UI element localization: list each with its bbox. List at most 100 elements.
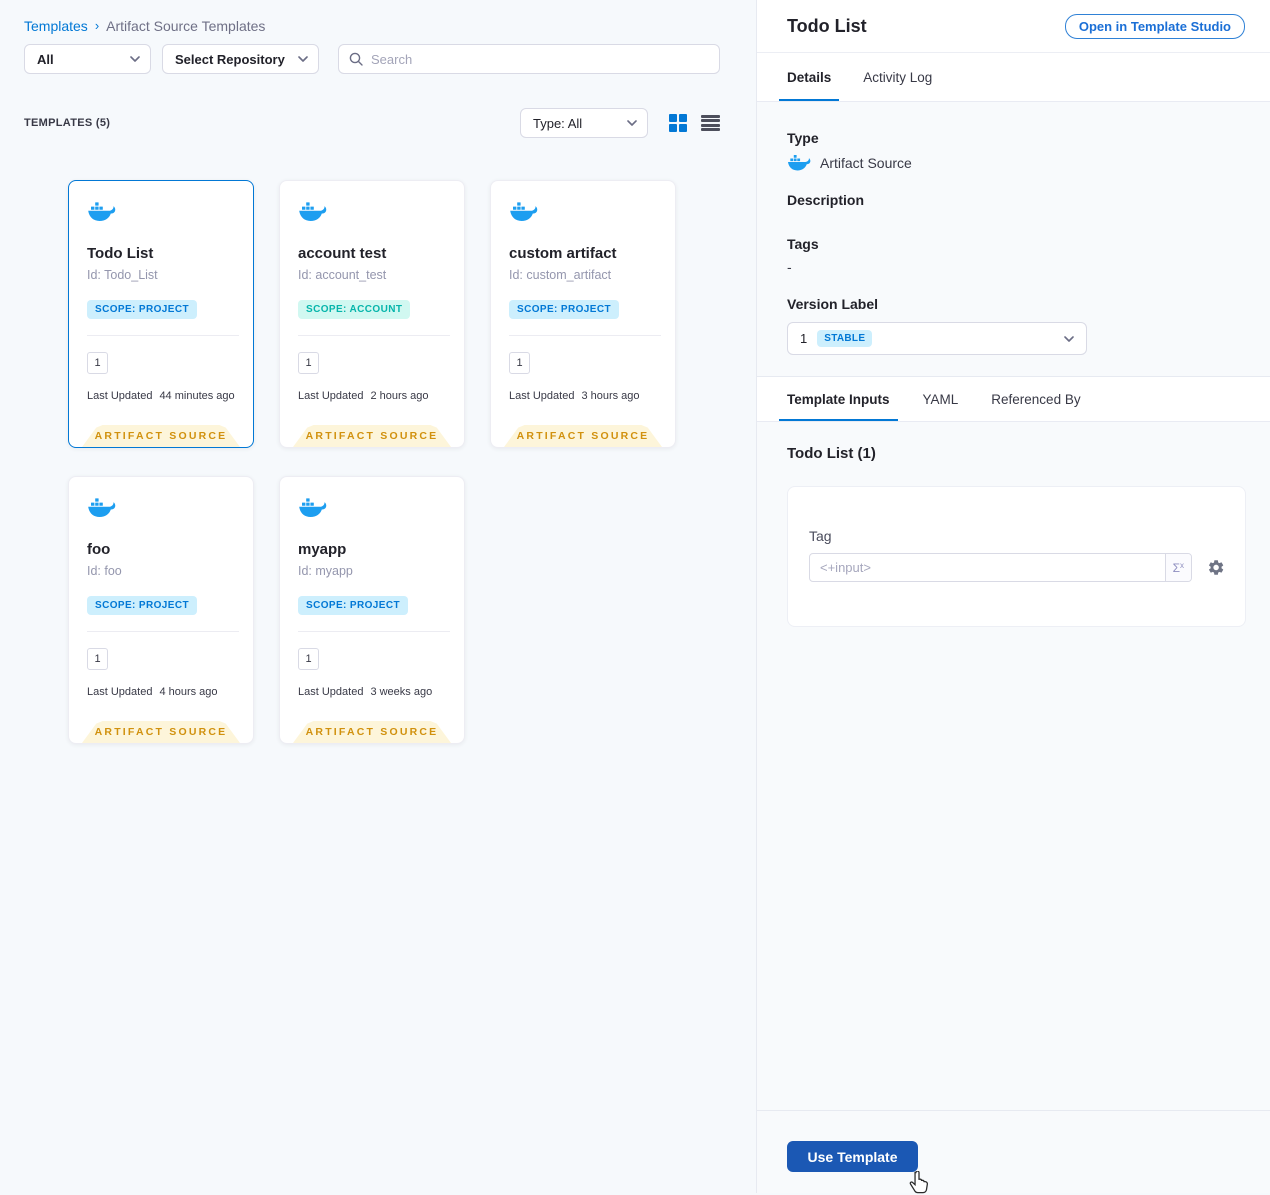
- version-label: Version Label: [787, 296, 879, 312]
- panel-header: Todo List Open in Template Studio: [757, 0, 1270, 53]
- last-updated-value: 44 minutes ago: [159, 390, 235, 402]
- template-name: myapp: [298, 541, 347, 558]
- card-divider: [509, 335, 661, 336]
- template-card[interactable]: custom artifact Id: custom_artifact SCOP…: [490, 180, 676, 448]
- template-id: Id: Todo_List: [87, 268, 158, 282]
- template-card[interactable]: Todo List Id: Todo_List SCOPE: PROJECT 1…: [68, 180, 254, 448]
- last-updated-label: Last Updated: [87, 686, 153, 698]
- template-card[interactable]: foo Id: foo SCOPE: PROJECT 1 Last Update…: [68, 476, 254, 744]
- tab-activity-log[interactable]: Activity Log: [863, 53, 932, 101]
- tab-yaml[interactable]: YAML: [923, 377, 959, 421]
- description-label: Description: [787, 192, 865, 208]
- breadcrumb-separator-icon: ›: [94, 17, 100, 33]
- docker-icon: [299, 498, 327, 517]
- template-name: foo: [87, 541, 111, 558]
- docker-icon: [88, 498, 116, 517]
- card-divider: [87, 631, 239, 632]
- card-divider: [298, 335, 450, 336]
- inputs-card: Tag Σx: [787, 486, 1246, 627]
- search-input[interactable]: [371, 51, 709, 67]
- last-updated-label: Last Updated: [298, 686, 364, 698]
- version-count-box: 1: [87, 648, 108, 670]
- docker-icon: [88, 202, 116, 221]
- template-card[interactable]: account test Id: account_test SCOPE: ACC…: [279, 180, 465, 448]
- templates-page: Templates › Artifact Source Templates Al…: [0, 0, 756, 1193]
- template-inputs-section: Todo List (1) Tag Σx: [757, 422, 1270, 627]
- artifact-source-ribbon: ARTIFACT SOURCE: [82, 425, 240, 447]
- scope-filter-select[interactable]: All: [24, 44, 151, 74]
- last-updated-label: Last Updated: [298, 390, 364, 402]
- artifact-source-ribbon: ARTIFACT SOURCE: [293, 425, 451, 447]
- breadcrumb-templates-link[interactable]: Templates: [24, 18, 88, 34]
- docker-icon: [510, 202, 538, 221]
- version-count-box: 1: [509, 352, 530, 374]
- scope-badge: SCOPE: ACCOUNT: [298, 300, 411, 319]
- tab-template-inputs[interactable]: Template Inputs: [779, 377, 897, 421]
- last-updated-label: Last Updated: [509, 390, 575, 402]
- search-icon: [349, 52, 363, 66]
- template-id: Id: custom_artifact: [509, 268, 612, 282]
- expression-input-icon[interactable]: Σx: [1164, 554, 1191, 581]
- template-name: account test: [298, 245, 387, 262]
- templates-count-label: TEMPLATES (5): [24, 117, 111, 129]
- mouse-cursor-pointer: [909, 1171, 929, 1194]
- last-updated-value: 3 weeks ago: [370, 686, 433, 698]
- artifact-source-ribbon: ARTIFACT SOURCE: [82, 721, 240, 743]
- templates-list-header: TEMPLATES (5) Type: All: [24, 108, 720, 138]
- version-count-box: 1: [298, 352, 319, 374]
- repository-filter-select[interactable]: Select Repository: [162, 44, 319, 74]
- details-section: Type Artifact Source Description Tags - …: [757, 102, 1270, 377]
- artifact-source-ribbon: ARTIFACT SOURCE: [293, 721, 451, 743]
- scope-badge: SCOPE: PROJECT: [87, 596, 197, 615]
- type-value: Artifact Source: [820, 155, 912, 171]
- template-details-panel: Todo List Open in Template Studio Detail…: [756, 0, 1270, 1194]
- type-filter-value: Type: All: [533, 115, 583, 131]
- template-id: Id: account_test: [298, 268, 387, 282]
- artifact-source-ribbon: ARTIFACT SOURCE: [504, 425, 662, 447]
- tags-label: Tags: [787, 236, 819, 252]
- chevron-down-icon: [130, 56, 140, 62]
- card-divider: [298, 631, 450, 632]
- filter-bar: All Select Repository: [24, 44, 756, 74]
- breadcrumb: Templates › Artifact Source Templates: [0, 0, 756, 35]
- docker-icon: [299, 202, 327, 221]
- inputs-heading: Todo List (1): [787, 445, 876, 462]
- docker-icon: [787, 155, 811, 171]
- repository-filter-value: Select Repository: [175, 51, 285, 67]
- last-updated-label: Last Updated: [87, 390, 153, 402]
- tags-value: -: [787, 259, 792, 275]
- last-updated-value: 4 hours ago: [159, 686, 218, 698]
- panel-title: Todo List: [787, 15, 867, 36]
- type-filter-select[interactable]: Type: All: [520, 108, 648, 138]
- chevron-down-icon: [298, 56, 308, 62]
- use-template-button[interactable]: Use Template: [787, 1141, 918, 1172]
- tab-details[interactable]: Details: [778, 53, 840, 101]
- tab-referenced-by[interactable]: Referenced By: [991, 377, 1080, 421]
- tag-input[interactable]: [810, 554, 1165, 581]
- template-cards-grid: Todo List Id: Todo_List SCOPE: PROJECT 1…: [68, 180, 756, 744]
- template-id: Id: foo: [87, 564, 122, 578]
- panel-sub-tabs: Template Inputs YAML Referenced By: [757, 377, 1270, 422]
- chevron-down-icon: [1064, 335, 1074, 342]
- template-id: Id: myapp: [298, 564, 353, 578]
- version-count-box: 1: [298, 648, 319, 670]
- version-select[interactable]: 1 STABLE: [787, 322, 1087, 355]
- template-card[interactable]: myapp Id: myapp SCOPE: PROJECT 1 Last Up…: [279, 476, 465, 744]
- grid-view-icon[interactable]: [669, 114, 687, 132]
- panel-footer: Use Template: [757, 1110, 1270, 1194]
- breadcrumb-current: Artifact Source Templates: [106, 18, 266, 34]
- last-updated-value: 2 hours ago: [370, 390, 429, 402]
- scope-badge: SCOPE: PROJECT: [509, 300, 619, 319]
- scope-badge: SCOPE: PROJECT: [298, 596, 408, 615]
- last-updated-value: 3 hours ago: [581, 390, 640, 402]
- search-input-wrap: [338, 44, 720, 74]
- tag-label: Tag: [809, 528, 832, 544]
- open-in-template-studio-button[interactable]: Open in Template Studio: [1064, 13, 1245, 39]
- list-view-icon[interactable]: [701, 115, 720, 131]
- chevron-down-icon: [627, 120, 637, 126]
- panel-tabs: Details Activity Log: [757, 53, 1270, 102]
- settings-gear-icon[interactable]: [1207, 558, 1225, 577]
- scope-filter-value: All: [37, 51, 54, 67]
- stable-badge: STABLE: [817, 330, 873, 347]
- scope-badge: SCOPE: PROJECT: [87, 300, 197, 319]
